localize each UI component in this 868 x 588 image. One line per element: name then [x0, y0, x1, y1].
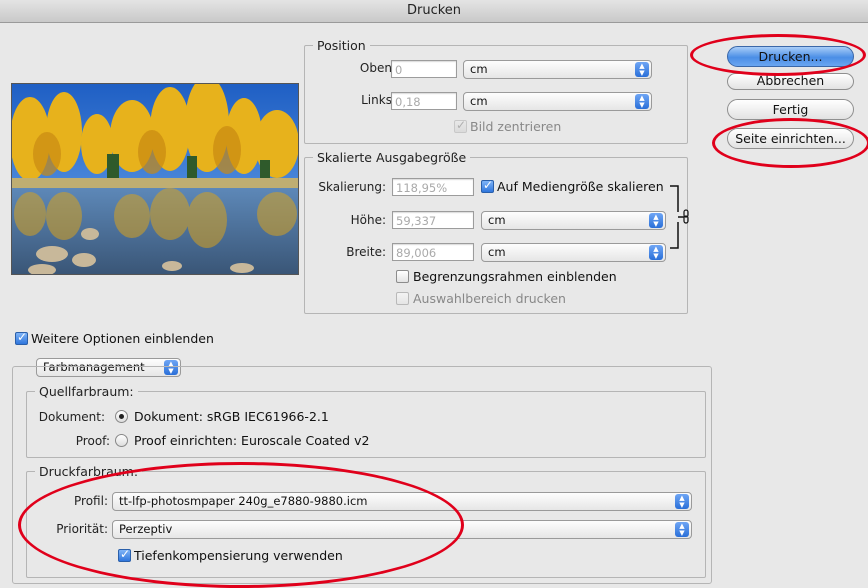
print-button[interactable]: Drucken... — [727, 46, 854, 67]
page-setup-button[interactable]: Seite einrichten... — [727, 128, 854, 149]
up-down-arrows-icon: ▲ ▼ — [635, 62, 649, 77]
profile-label: Profil: — [74, 494, 108, 508]
up-down-arrows-icon: ▲ ▼ — [635, 94, 649, 109]
fit-media-checkbox[interactable] — [481, 178, 494, 193]
scaled-output-group: Skalierte Ausgabegröße — [304, 150, 688, 314]
print-space-legend: Druckfarbraum: — [39, 464, 139, 479]
print-dialog: Drucken Position Oben: 0 cm ▲ ▼ Links: 0… — [0, 0, 868, 588]
proof-radio[interactable] — [115, 434, 128, 447]
up-down-arrows-icon: ▲ ▼ — [649, 213, 663, 228]
scale-label: Skalierung: — [318, 180, 386, 194]
left-field[interactable]: 0,18 — [391, 92, 457, 110]
top-unit-popup[interactable]: cm ▲ ▼ — [463, 60, 652, 79]
cancel-button[interactable]: Abbrechen — [727, 73, 854, 90]
position-legend: Position — [317, 38, 366, 53]
print-selection-checkbox[interactable] — [396, 292, 409, 305]
chain-link-icon[interactable] — [668, 184, 690, 250]
center-image-label: Bild zentrieren — [470, 119, 562, 134]
intent-popup[interactable]: Perzeptiv ▲ ▼ — [112, 520, 692, 539]
document-radio[interactable] — [115, 410, 128, 423]
left-unit-value: cm — [470, 94, 488, 108]
top-label: Oben: — [359, 61, 396, 75]
done-button[interactable]: Fertig — [727, 99, 854, 120]
document-label: Dokument: — [38, 410, 105, 424]
black-point-compensation-label: Tiefenkompensierung verwenden — [134, 548, 343, 563]
intent-label: Priorität: — [56, 522, 108, 536]
more-options-label: Weitere Optionen einblenden — [31, 331, 214, 346]
left-unit-popup[interactable]: cm ▲ ▼ — [463, 92, 652, 111]
up-down-arrows-icon: ▲ ▼ — [649, 245, 663, 260]
width-unit-popup[interactable]: cm ▲ ▼ — [481, 243, 666, 262]
proof-label: Proof: — [75, 434, 110, 448]
scale-field[interactable]: 118,95% — [392, 178, 474, 196]
up-down-arrows-icon: ▲ ▼ — [675, 522, 689, 537]
bounding-box-label: Begrenzungsrahmen einblenden — [413, 269, 617, 284]
width-unit-value: cm — [488, 245, 506, 259]
top-field[interactable]: 0 — [391, 60, 457, 78]
width-label: Breite: — [346, 245, 386, 259]
scaled-output-legend: Skalierte Ausgabegröße — [317, 150, 467, 165]
black-point-compensation-checkbox[interactable] — [118, 547, 131, 562]
autumn-lake-photo — [12, 84, 298, 274]
window-title: Drucken — [0, 0, 868, 23]
up-down-arrows-icon: ▲ ▼ — [675, 494, 689, 509]
print-selection-label: Auswahlbereich drucken — [413, 291, 566, 306]
left-label: Links: — [361, 93, 396, 107]
document-option: Dokument: sRGB IEC61966-2.1 — [134, 409, 329, 424]
intent-value: Perzeptiv — [119, 522, 173, 536]
height-unit-popup[interactable]: cm ▲ ▼ — [481, 211, 666, 230]
proof-option: Proof einrichten: Euroscale Coated v2 — [134, 433, 370, 448]
height-field[interactable]: 59,337 — [392, 211, 474, 229]
height-unit-value: cm — [488, 213, 506, 227]
fit-media-label: Auf Mediengröße skalieren — [497, 179, 664, 194]
bounding-box-checkbox[interactable] — [396, 270, 409, 283]
top-unit-value: cm — [470, 62, 488, 76]
more-options-checkbox[interactable] — [15, 330, 28, 345]
width-field[interactable]: 89,006 — [392, 243, 474, 261]
profile-value: tt-lfp-photosmpaper 240g_e7880-9880.icm — [119, 494, 368, 508]
print-preview-image — [11, 83, 299, 275]
profile-popup[interactable]: tt-lfp-photosmpaper 240g_e7880-9880.icm … — [112, 492, 692, 511]
height-label: Höhe: — [350, 213, 386, 227]
source-space-legend: Quellfarbraum: — [39, 384, 134, 399]
center-image-checkbox[interactable] — [454, 118, 467, 133]
